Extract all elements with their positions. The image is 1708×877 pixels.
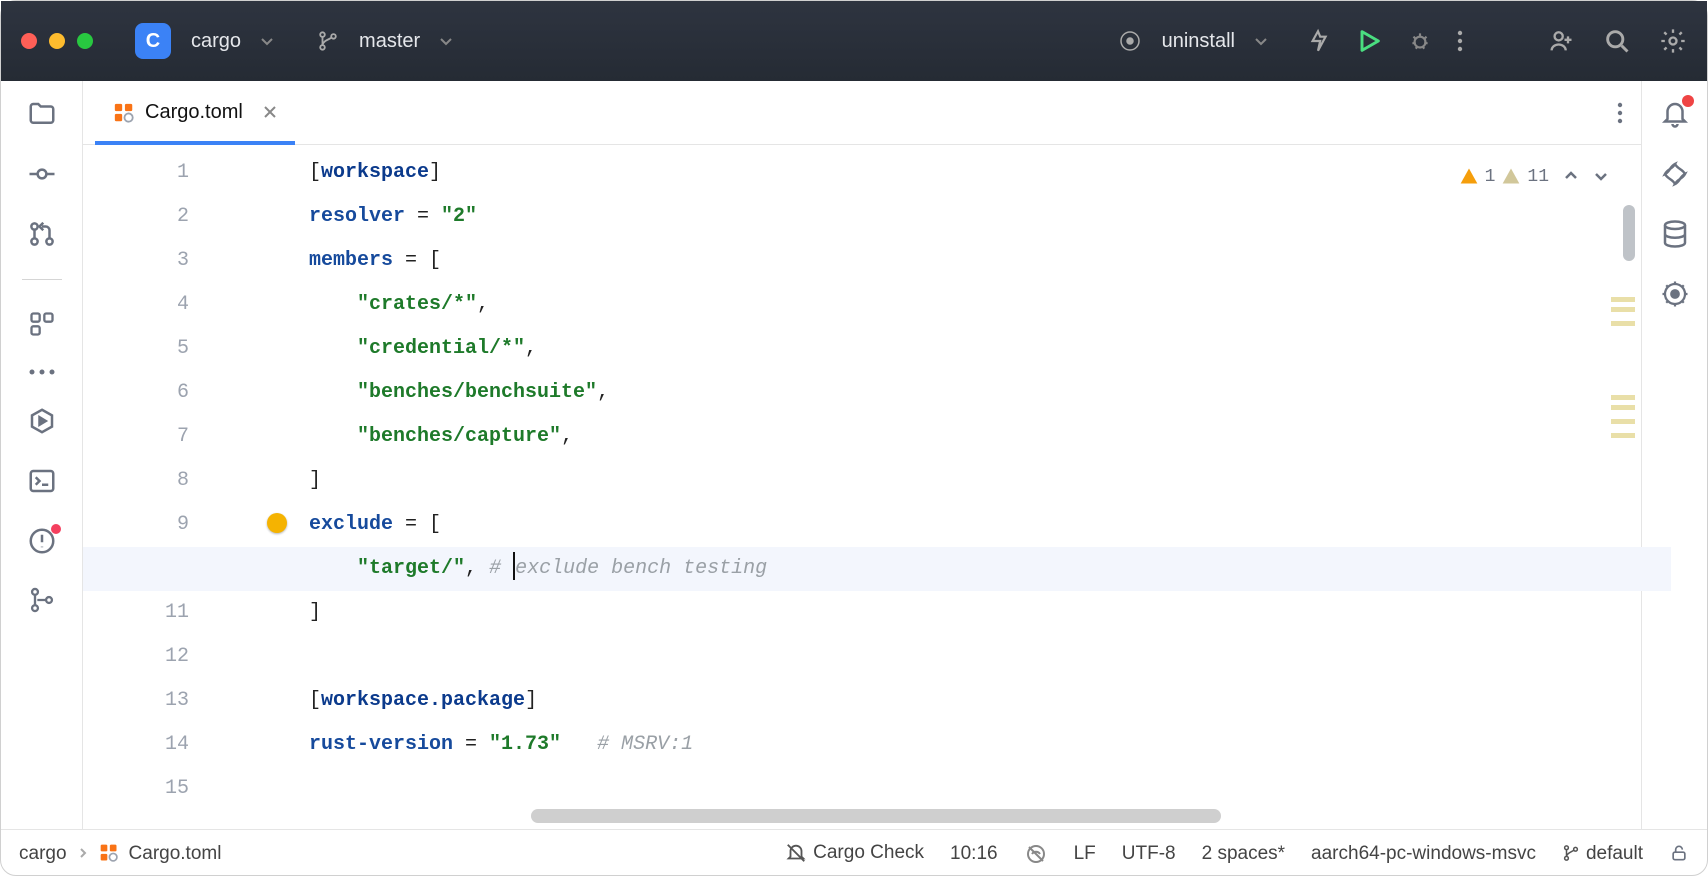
inline-hint-dot [267,513,287,533]
chevron-right-icon [77,843,89,865]
close-window-button[interactable] [21,33,37,49]
stripe-mark[interactable] [1611,321,1635,326]
editor-tab-cargo-toml[interactable]: Cargo.toml [95,81,295,144]
toolchain[interactable]: default [1562,843,1643,865]
close-tab-icon[interactable] [263,104,277,122]
vcs-tool-icon[interactable] [28,586,56,614]
settings-icon[interactable] [1659,27,1687,55]
prev-highlight-icon[interactable] [1563,155,1579,199]
right-tool-rail [1641,81,1707,829]
chevron-down-icon[interactable] [259,32,275,50]
problems-tool-icon[interactable] [27,526,57,556]
stripe-mark[interactable] [1611,307,1635,312]
terminal-tool-icon[interactable] [27,466,57,496]
project-name[interactable]: cargo [191,30,241,53]
error-stripe[interactable] [1613,205,1637,819]
crumb-file[interactable]: Cargo.toml [129,843,222,865]
rust-icon [1118,29,1142,53]
project-badge[interactable]: C [135,23,171,59]
lock-icon[interactable] [1669,843,1689,865]
pull-requests-icon[interactable] [27,219,57,249]
main-area: Cargo.toml 123456789101112131415 [worksp… [1,81,1707,829]
tab-title: Cargo.toml [145,101,243,124]
branch-icon[interactable] [317,30,339,52]
file-encoding[interactable]: UTF-8 [1122,843,1176,865]
rust-tool-icon[interactable] [1660,279,1690,309]
file-type-icon [113,102,135,124]
commit-tool-icon[interactable] [27,159,57,189]
stripe-mark[interactable] [1611,405,1635,410]
weak-warning-icon [1501,155,1521,199]
ai-assistant-icon[interactable] [1660,159,1690,189]
line-separator[interactable]: LF [1074,843,1096,865]
next-highlight-icon[interactable] [1593,155,1609,199]
breadcrumb[interactable]: cargo Cargo.toml [19,843,221,865]
target-triple[interactable]: aarch64-pc-windows-msvc [1311,843,1536,865]
warning-count: 1 [1485,155,1496,199]
window-controls [21,33,93,49]
build-icon[interactable] [1305,28,1331,54]
run-icon[interactable] [1355,27,1383,55]
stripe-mark[interactable] [1611,433,1635,438]
line-number-gutter: 123456789101112131415 [83,145,251,829]
structure-tool-icon[interactable] [28,310,56,338]
debug-icon[interactable] [1407,28,1433,54]
more-tools-icon[interactable] [28,368,56,376]
cargo-check-status[interactable]: Cargo Check [785,842,924,864]
file-type-icon [99,843,119,865]
crumb-root[interactable]: cargo [19,843,67,865]
run-configuration[interactable]: uninstall [1162,30,1235,53]
editor-tab-bar: Cargo.toml [83,81,1641,145]
search-icon[interactable] [1603,27,1631,55]
editor-area: Cargo.toml 123456789101112131415 [worksp… [83,81,1641,829]
title-bar: C cargo master uninstall [1,1,1707,81]
code-content[interactable]: [workspace] resolver = "2" members = [ "… [251,145,1641,829]
branch-icon [1562,843,1580,865]
minimize-window-button[interactable] [49,33,65,49]
indent-config[interactable]: 2 spaces* [1202,843,1285,865]
stripe-mark[interactable] [1611,297,1635,302]
database-icon[interactable] [1660,219,1690,249]
notifications-icon[interactable] [1660,99,1690,129]
project-tool-icon[interactable] [27,99,57,129]
mute-icon [785,842,807,864]
inspection-widget[interactable]: 1 11 [1459,155,1609,199]
code-editor[interactable]: 123456789101112131415 [workspace] resolv… [83,145,1641,829]
stripe-mark[interactable] [1611,419,1635,424]
stripe-scrollbar-thumb[interactable] [1623,205,1635,261]
cursor-position[interactable]: 10:16 [950,843,998,865]
code-with-me-icon[interactable] [1547,27,1575,55]
rail-separator [22,279,62,280]
branch-name[interactable]: master [359,30,420,53]
horizontal-scrollbar[interactable] [531,809,1221,823]
run-tool-icon[interactable] [27,406,57,436]
chevron-down-icon[interactable] [1253,32,1269,50]
chevron-down-icon[interactable] [438,32,454,50]
reader-mode-icon[interactable] [1024,842,1048,866]
status-bar: cargo Cargo.toml Cargo Check 10:16 LF UT… [1,829,1707,877]
more-actions-icon[interactable] [1457,29,1463,53]
zoom-window-button[interactable] [77,33,93,49]
stripe-mark[interactable] [1611,395,1635,400]
weak-warning-count: 11 [1527,155,1549,199]
tab-more-icon[interactable] [1617,101,1623,125]
warning-icon [1459,155,1479,199]
left-tool-rail [1,81,83,829]
